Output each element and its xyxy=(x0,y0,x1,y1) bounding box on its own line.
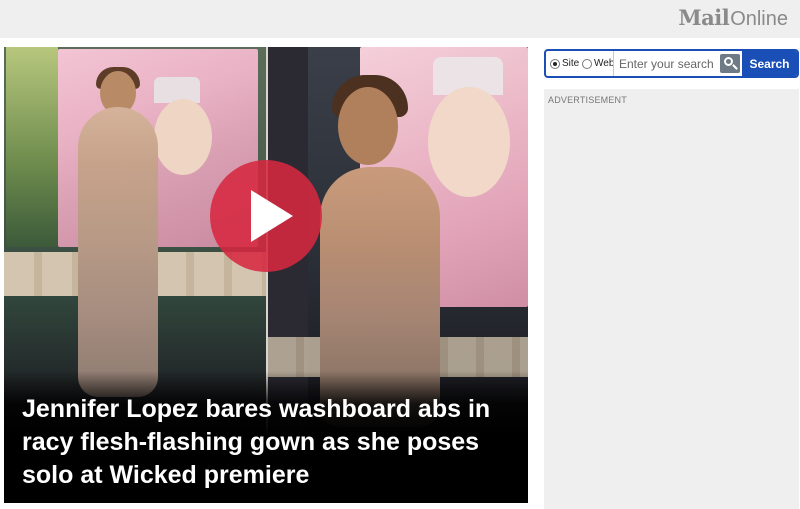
subject-head-right xyxy=(338,87,398,165)
scope-site-option[interactable]: Site xyxy=(550,51,579,76)
site-header: Mail Online xyxy=(0,0,800,38)
video-player[interactable]: Jennifer Lopez bares washboard abs in ra… xyxy=(4,47,528,503)
article-headline[interactable]: Jennifer Lopez bares washboard abs in ra… xyxy=(22,393,512,492)
subject-gown-left xyxy=(78,107,158,397)
search-input[interactable] xyxy=(613,51,717,76)
advertisement-label: ADVERTISEMENT xyxy=(548,95,627,105)
scope-site-label: Site xyxy=(562,58,580,69)
poster-figure-left xyxy=(154,99,212,175)
scope-web-label: Web xyxy=(594,58,615,69)
logo-online-text: Online xyxy=(730,8,788,30)
poster-figure-right xyxy=(428,87,510,197)
search-icon[interactable] xyxy=(720,54,740,73)
emerald-city-tower xyxy=(6,47,58,247)
logo-mail-text: Mail xyxy=(678,5,730,30)
scope-web-radio[interactable] xyxy=(582,58,592,69)
advertisement-slot: ADVERTISEMENT xyxy=(544,89,799,509)
scope-site-radio[interactable] xyxy=(550,58,560,69)
right-sidebar: Site Web Search ADVERTISEMENT xyxy=(544,47,800,509)
site-search-form: Site Web Search xyxy=(544,49,799,78)
play-icon xyxy=(251,190,293,242)
mailonline-logo[interactable]: Mail Online xyxy=(678,5,788,31)
play-button[interactable] xyxy=(210,160,322,272)
scope-web-option[interactable]: Web xyxy=(582,51,614,76)
search-button[interactable]: Search xyxy=(742,51,797,76)
